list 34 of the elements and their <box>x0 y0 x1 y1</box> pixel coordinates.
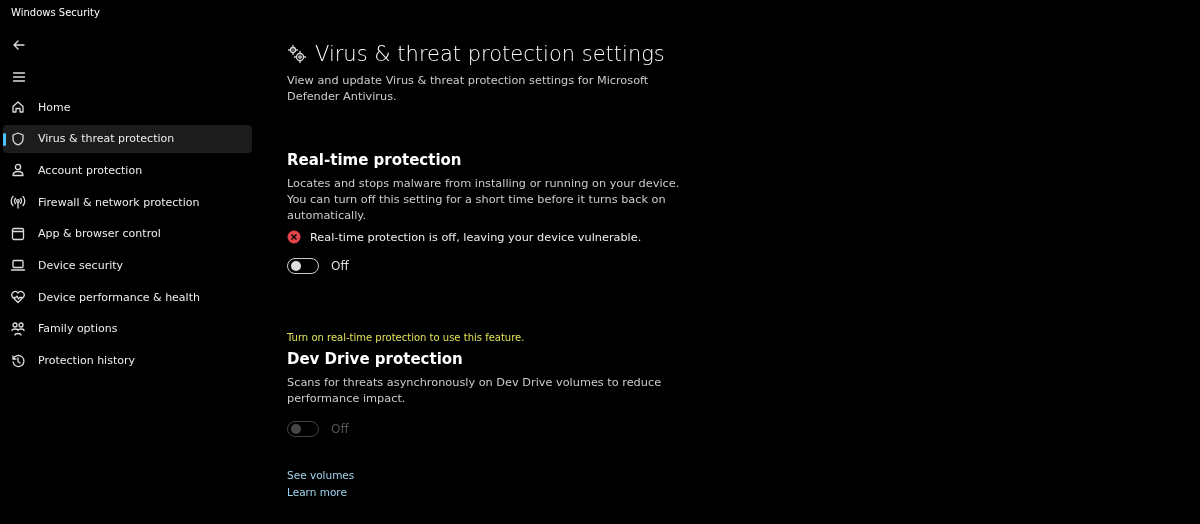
menu-icon[interactable] <box>11 69 27 85</box>
sidebar-item[interactable]: Account protection <box>3 156 252 185</box>
notice-text: Turn on real-time protection to use this feature. <box>287 332 526 343</box>
person-icon <box>10 162 26 179</box>
link[interactable]: See volumes <box>287 467 355 484</box>
antenna-icon <box>10 194 26 211</box>
sidebar-item[interactable]: Device performance & health <box>3 283 252 312</box>
status-message: Real-time protection is off, leaving your device vulnerable. <box>310 230 642 244</box>
section-heading: Dev Drive protection <box>287 350 464 368</box>
page-title: Virus & threat protection settings <box>315 42 665 66</box>
shield-icon <box>10 130 26 147</box>
sidebar-item[interactable]: Family options <box>3 314 252 343</box>
error-icon <box>287 230 301 244</box>
heart-icon <box>10 289 26 306</box>
sidebar-item[interactable]: Firewall & network protection <box>3 188 252 217</box>
home-icon <box>10 99 26 115</box>
section-heading: Real-time protection <box>287 151 463 169</box>
section-description: Scans for threats asynchronously on Dev Drive volumes to reduce performance impact. <box>287 375 663 407</box>
sidebar-item[interactable]: Protection history <box>3 346 252 375</box>
gears-icon <box>287 44 307 64</box>
link[interactable]: Learn more <box>287 484 347 501</box>
window-title: Windows Security <box>11 7 101 20</box>
page-description: View and update Virus & threat protection settings for Microsoft Defender Antivirus. <box>287 73 650 105</box>
sidebar-item[interactable]: Device security <box>3 251 252 280</box>
laptop-icon <box>10 257 26 274</box>
sidebar-item[interactable]: App & browser control <box>3 219 252 248</box>
sidebar-item[interactable]: Home <box>3 93 252 121</box>
people-icon <box>10 320 26 337</box>
sidebar-item[interactable]: Virus & threat protection <box>3 124 252 153</box>
toggle-label: Off <box>331 422 349 436</box>
window-icon <box>10 225 26 242</box>
history-icon <box>10 352 26 369</box>
section-description: Locates and stops malware from installing or running on your device. You can turn off this setting for a short time before it turns back on automatically. <box>287 176 681 224</box>
toggle-label: Off <box>331 259 349 273</box>
